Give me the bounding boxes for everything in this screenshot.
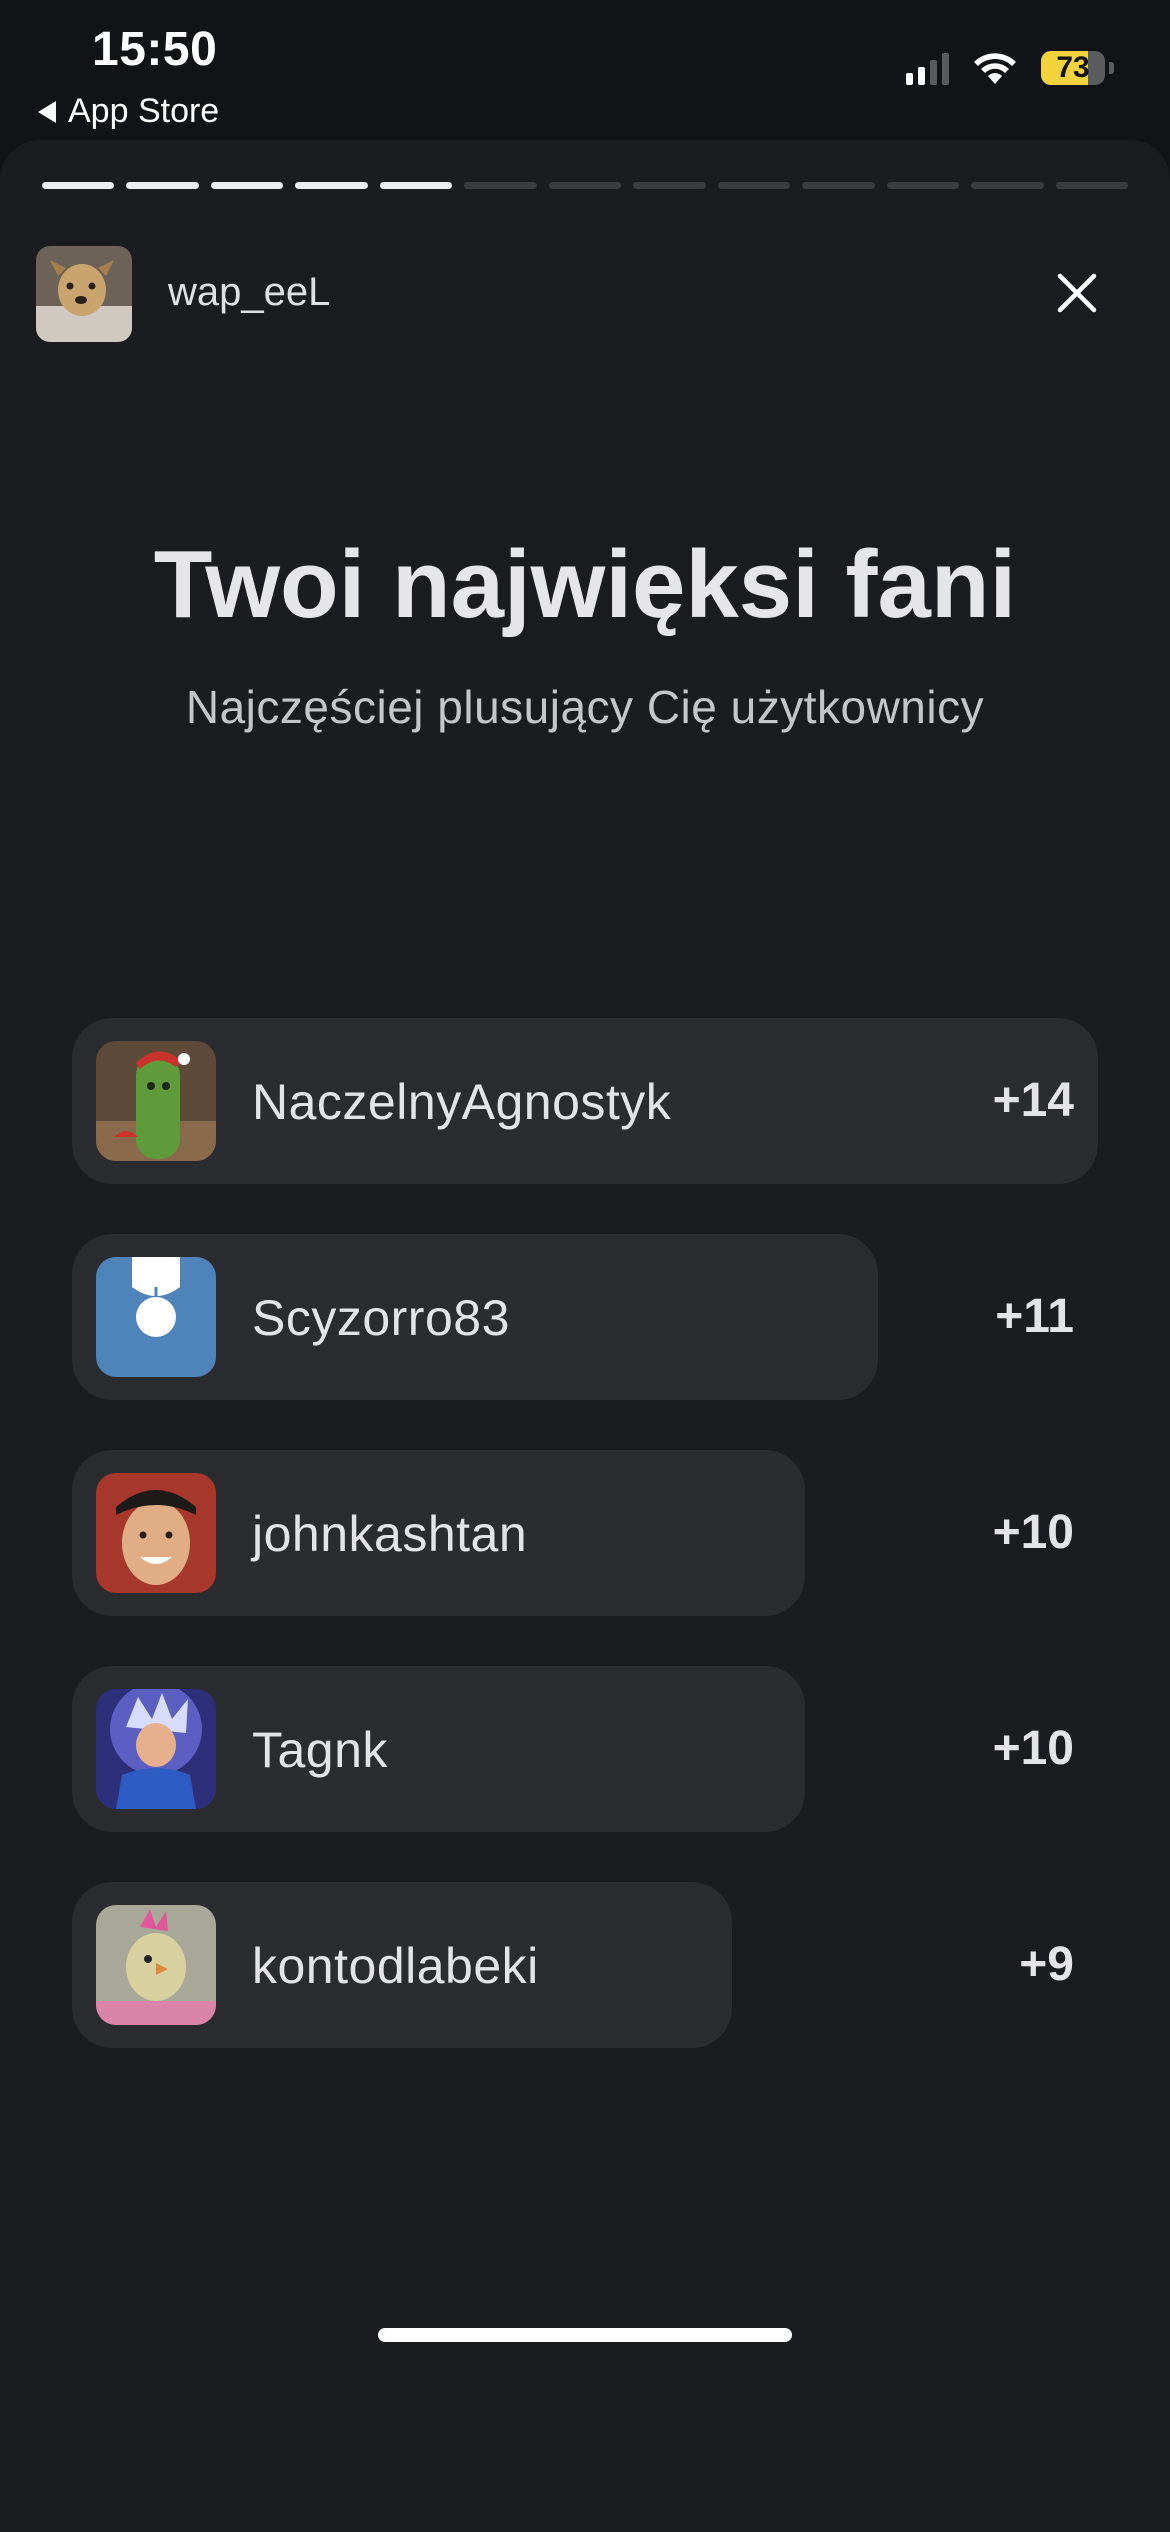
home-indicator[interactable] [378,2328,792,2342]
progress-segment [717,182,791,189]
dog-avatar-image [36,246,132,342]
fan-name: johnkashtan [252,1506,528,1562]
fan-row[interactable]: johnkashtan +10 [72,1450,1098,1616]
battery-level: 73 [1056,51,1090,84]
battery-tip [1109,62,1114,74]
progress-segment [548,182,622,189]
progress-segment [971,182,1044,189]
progress-segment [42,182,115,189]
progress-segment [802,182,875,189]
progress-segment [464,182,537,189]
progress-segment [1055,182,1129,189]
cellular-signal-icon [906,51,949,85]
fan-score: +9 [1019,1938,1074,1991]
progress-segment [295,182,368,189]
fan-score: +14 [992,1074,1074,1127]
back-arrow-icon [38,100,56,123]
wifi-icon [974,53,1016,84]
person-avatar-image [96,1473,216,1593]
fan-name: kontodlabeki [252,1938,539,1994]
back-to-app-store-button[interactable]: App Store [38,92,219,131]
fan-score: +10 [992,1722,1074,1775]
fan-avatar [96,1041,216,1161]
back-app-label: App Store [68,92,220,130]
fan-name: NaczelnyAgnostyk [252,1074,672,1130]
progress-segment [210,182,284,189]
page-title: Twoi najwięksi fani [153,531,1017,638]
fan-avatar [96,1257,216,1377]
pickle-avatar-image [96,1041,216,1161]
fan-avatar [96,1905,216,2025]
fan-name: Tagnk [252,1722,388,1778]
anime-avatar-image [96,1689,216,1809]
status-indicators: 73 [906,50,1114,86]
default-avatar-image [96,1257,216,1377]
story-progress-bar [42,182,1129,189]
screen: 15:50 App Store 73 wap_eeL Twoi najwięks… [0,0,1170,2532]
progress-segment [633,182,706,189]
status-time: 15:50 [92,23,218,76]
progress-segment [126,182,199,189]
battery-icon: 73 [1041,51,1105,85]
fan-avatar [96,1473,216,1593]
fan-row[interactable]: Tagnk +10 [72,1666,1098,1832]
close-icon[interactable] [1056,272,1098,314]
progress-segment [886,182,960,189]
fan-score: +10 [992,1506,1074,1559]
user-avatar[interactable] [36,246,132,342]
fan-row[interactable]: Scyzorro83 +11 [72,1234,1098,1400]
fan-name: Scyzorro83 [252,1290,510,1346]
fan-row[interactable]: NaczelnyAgnostyk +14 [72,1018,1098,1184]
fan-score: +11 [995,1290,1074,1343]
fan-avatar [96,1689,216,1809]
progress-segment [379,182,453,189]
story-username[interactable]: wap_eeL [168,270,330,315]
bird-avatar-image [96,1905,216,2025]
page-subtitle: Najczęściej plusujący Cię użytkownicy [185,681,985,733]
fan-row[interactable]: kontodlabeki +9 [72,1882,1098,2048]
